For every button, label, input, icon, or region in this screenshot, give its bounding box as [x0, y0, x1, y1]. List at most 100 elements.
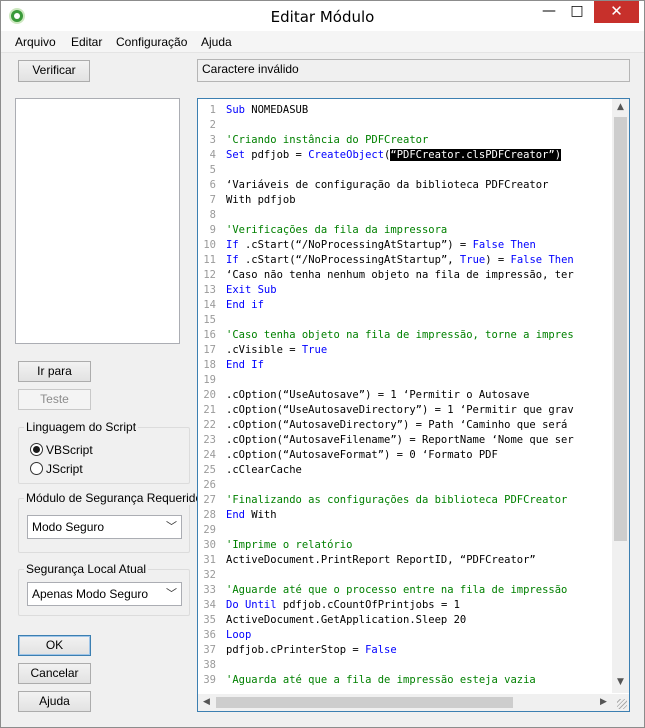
line-number: 9: [209, 224, 216, 236]
line-number: 2: [209, 119, 216, 131]
scroll-left-icon[interactable]: ◀: [198, 697, 215, 707]
code-text[interactable]: 'Aguarda até que a fila de impressão est…: [226, 673, 536, 688]
code-text[interactable]: Do Until pdfjob.cCountOfPrintjobs = 1: [226, 598, 460, 613]
line-number: 34: [203, 599, 216, 611]
code-text[interactable]: End With: [226, 508, 277, 523]
line-number: 3: [209, 134, 216, 146]
current-security-select[interactable]: Apenas Modo Seguro ﹀: [27, 582, 182, 606]
code-text[interactable]: 'Finalizando as configurações da bibliot…: [226, 493, 567, 508]
line-number: 28: [203, 509, 216, 521]
scroll-up-icon[interactable]: ▲: [612, 102, 629, 112]
menu-configuracao[interactable]: Configuração: [116, 35, 187, 49]
goto-button[interactable]: Ir para: [18, 361, 91, 382]
code-text[interactable]: 'Caso tenha objeto na fila de impressão,…: [226, 328, 574, 343]
security-module-select[interactable]: Modo Seguro ﹀: [27, 515, 182, 539]
minimize-button[interactable]: —: [535, 1, 563, 23]
scroll-right-icon[interactable]: ▶: [595, 697, 612, 707]
code-text[interactable]: If .cStart(“/NoProcessingAtStartup”) = F…: [226, 238, 536, 253]
code-text[interactable]: .cOption(“AutosaveFilename”) = ReportNam…: [226, 433, 574, 448]
code-text[interactable]: Set pdfjob = CreateObject(“PDFCreator.cl…: [226, 148, 562, 163]
code-text[interactable]: ActiveDocument.GetApplication.Sleep 20: [226, 613, 466, 628]
line-number: 20: [203, 389, 216, 401]
jscript-label[interactable]: JScript: [46, 462, 83, 476]
code-text[interactable]: .cOption(“UseAutosaveDirectory”) = 1 ‘Pe…: [226, 403, 574, 418]
code-text[interactable]: ‘Variáveis de configuração da biblioteca…: [226, 178, 548, 193]
code-text[interactable]: Exit Sub: [226, 283, 277, 298]
code-text[interactable]: .cOption(“AutosaveFormat”) = 0 ‘Formato …: [226, 448, 498, 463]
line-number: 39: [203, 674, 216, 686]
status-field: Caractere inválido: [197, 59, 630, 82]
code-area[interactable]: 1 Sub NOMEDASUB 2 3 'Criando instância do PD…: [198, 103, 612, 689]
line-number: 5: [209, 164, 216, 176]
code-text[interactable]: .cClearCache: [226, 463, 302, 478]
line-number: 8: [209, 209, 216, 221]
horizontal-scrollbar[interactable]: ◀ ▶: [198, 694, 612, 711]
code-text[interactable]: 'Imprime o relatório: [226, 538, 352, 553]
vbscript-label[interactable]: VBScript: [46, 443, 93, 457]
vertical-scrollbar[interactable]: ▲ ▼: [612, 99, 629, 693]
script-language-group: [18, 427, 190, 484]
line-number: 13: [203, 284, 216, 296]
code-text[interactable]: pdfjob.cPrinterStop = False: [226, 643, 397, 658]
line-number: 31: [203, 554, 216, 566]
line-number: 36: [203, 629, 216, 641]
code-text[interactable]: End if: [226, 298, 264, 313]
line-number: 22: [203, 419, 216, 431]
title-bar[interactable]: Editar Módulo — □ ✕: [1, 1, 644, 31]
verify-button[interactable]: Verificar: [18, 60, 90, 82]
line-number: 1: [209, 104, 216, 116]
code-editor[interactable]: 1 Sub NOMEDASUB 2 3 'Criando instância do PD…: [197, 98, 630, 712]
line-number: 24: [203, 449, 216, 461]
close-button[interactable]: ✕: [594, 1, 639, 23]
script-language-label: Linguagem do Script: [24, 420, 139, 434]
line-number: 19: [203, 374, 216, 386]
security-module-value: Modo Seguro: [32, 520, 105, 534]
code-text[interactable]: Loop: [226, 628, 251, 643]
vbscript-radio[interactable]: [30, 443, 43, 456]
code-text[interactable]: .cVisible = True: [226, 343, 327, 358]
line-number: 25: [203, 464, 216, 476]
code-text[interactable]: .cOption(“AutosaveDirectory”) = Path ‘Ca…: [226, 418, 567, 433]
line-number: 26: [203, 479, 216, 491]
code-text[interactable]: Do Until pdfjob.cCountOfPrintjobs = 0: [226, 688, 460, 689]
code-text[interactable]: 'Criando instância do PDFCreator: [226, 133, 428, 148]
vertical-scroll-thumb[interactable]: [614, 117, 627, 541]
code-text[interactable]: 'Aguarde até que o processo entre na fil…: [226, 583, 567, 598]
line-number: 7: [209, 194, 216, 206]
code-text[interactable]: .cOption(“UseAutosave”) = 1 ‘Permitir o …: [226, 388, 529, 403]
menu-arquivo[interactable]: Arquivo: [15, 35, 56, 49]
help-button[interactable]: Ajuda: [18, 691, 91, 712]
resize-corner: [612, 694, 629, 711]
test-button[interactable]: Teste: [18, 389, 91, 410]
code-text[interactable]: With pdfjob: [226, 193, 296, 208]
cancel-button[interactable]: Cancelar: [18, 663, 91, 684]
code-text[interactable]: ActiveDocument.PrintReport ReportID, “PD…: [226, 553, 536, 568]
line-number: 27: [203, 494, 216, 506]
module-list[interactable]: [15, 98, 180, 344]
line-number: 4: [209, 149, 216, 161]
code-text[interactable]: ‘Caso não tenha nenhum objeto na fila de…: [226, 268, 574, 283]
line-number: 16: [203, 329, 216, 341]
code-text[interactable]: If .cStart(“/NoProcessingAtStartup”, Tru…: [226, 253, 574, 268]
scroll-down-icon[interactable]: ▼: [612, 677, 629, 687]
menu-bar: Arquivo Editar Configuração Ajuda: [1, 31, 644, 53]
current-security-label: Segurança Local Atual: [24, 562, 149, 576]
menu-editar[interactable]: Editar: [71, 35, 102, 49]
line-number: 6: [209, 179, 216, 191]
horizontal-scroll-thumb[interactable]: [216, 697, 513, 708]
code-text[interactable]: End If: [226, 358, 264, 373]
line-number: 10: [203, 239, 216, 251]
maximize-button[interactable]: □: [563, 1, 591, 23]
line-number: 29: [203, 524, 216, 536]
chevron-down-icon: ﹀: [166, 588, 177, 600]
current-security-value: Apenas Modo Seguro: [32, 587, 149, 601]
menu-ajuda[interactable]: Ajuda: [201, 35, 232, 49]
code-text[interactable]: 'Verificações da fila da impressora: [226, 223, 447, 238]
resize-grip-icon[interactable]: [617, 699, 627, 709]
line-number: 38: [203, 659, 216, 671]
line-number: 11: [203, 254, 216, 266]
line-number: 35: [203, 614, 216, 626]
ok-button[interactable]: OK: [18, 635, 91, 656]
code-text[interactable]: Sub NOMEDASUB: [226, 103, 308, 118]
jscript-radio[interactable]: [30, 462, 43, 475]
